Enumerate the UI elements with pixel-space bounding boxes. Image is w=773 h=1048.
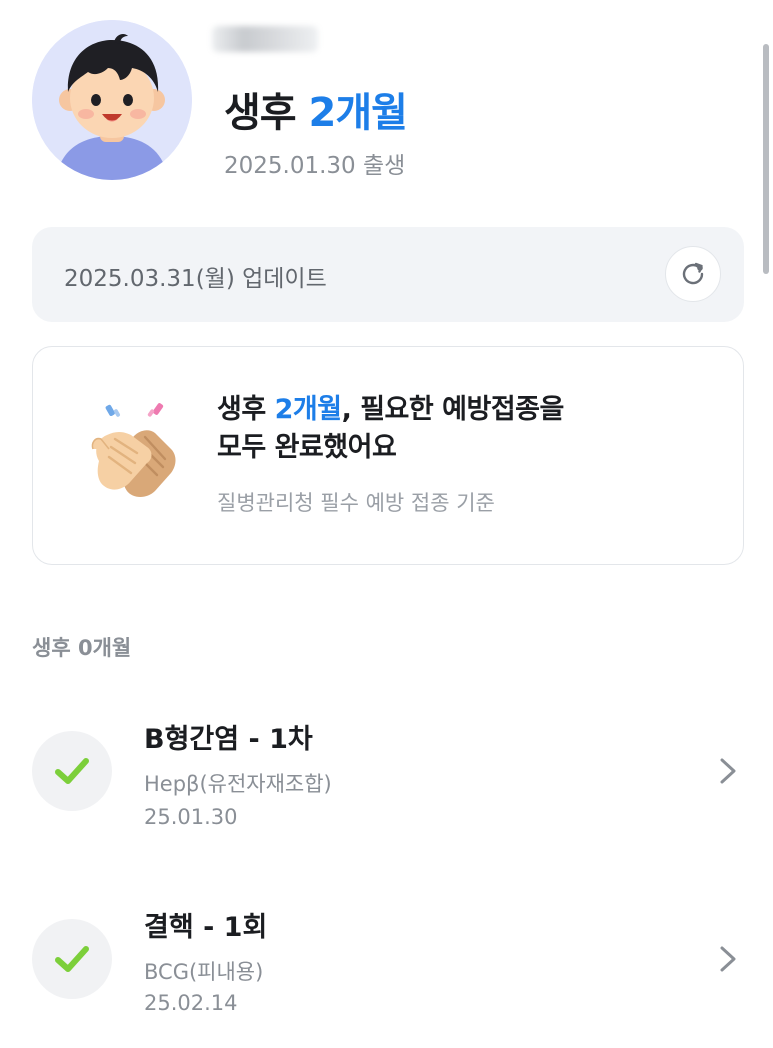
scrollbar[interactable] (763, 44, 769, 274)
chevron-right-icon (720, 758, 736, 784)
chevron-right-icon (720, 946, 736, 972)
completion-rest: , 필요한 예방접종을 (341, 394, 565, 425)
age-value: 2개월 (308, 90, 408, 136)
completion-card: 생후 2개월, 필요한 예방접종을 모두 완료했어요 질병관리청 필수 예방 접… (32, 346, 744, 565)
vaccine-type: BCG(피내용) (144, 960, 264, 984)
app-screen: 생후 2개월 2025.01.30 출생 2025.03.31(월) 업데이트 (0, 0, 773, 1048)
completed-status (32, 919, 112, 999)
update-timestamp: 2025.03.31(월) 업데이트 (64, 266, 327, 292)
completion-source: 질병관리청 필수 예방 접종 기준 (217, 491, 495, 515)
vaccine-type: Hepβ(유전자재조합) (144, 772, 332, 796)
clapping-hands-icon (91, 403, 176, 497)
baby-avatar[interactable] (32, 20, 192, 180)
refresh-icon (682, 262, 704, 285)
update-bar: 2025.03.31(월) 업데이트 (32, 227, 744, 322)
vaccine-date: 25.01.30 (144, 805, 238, 829)
check-icon (55, 758, 89, 784)
section-label-month-0: 생후 0개월 (32, 636, 132, 660)
baby-face-icon (32, 20, 192, 180)
age-title: 생후 2개월 (224, 80, 408, 138)
completion-prefix: 생후 (217, 394, 275, 425)
vaccine-name: B형간염 - 1차 (144, 724, 313, 755)
vaccine-item[interactable]: B형간염 - 1차 Hepβ(유전자재조합) 25.01.30 (0, 700, 773, 850)
completed-status (32, 731, 112, 811)
blurred-baby-name (212, 26, 318, 52)
completion-message: 생후 2개월, 필요한 예방접종을 모두 완료했어요 (217, 391, 564, 467)
age-prefix: 생후 (224, 90, 309, 136)
birth-date: 2025.01.30 출생 (224, 153, 406, 179)
completion-age: 2개월 (274, 394, 342, 425)
refresh-button[interactable] (665, 246, 721, 302)
vaccine-item[interactable]: 결핵 - 1회 BCG(피내용) 25.02.14 (0, 888, 773, 1038)
check-icon (55, 946, 89, 972)
vaccine-name: 결핵 - 1회 (144, 912, 268, 943)
vaccine-date: 25.02.14 (144, 991, 238, 1015)
completion-line2: 모두 완료했어요 (217, 432, 397, 463)
